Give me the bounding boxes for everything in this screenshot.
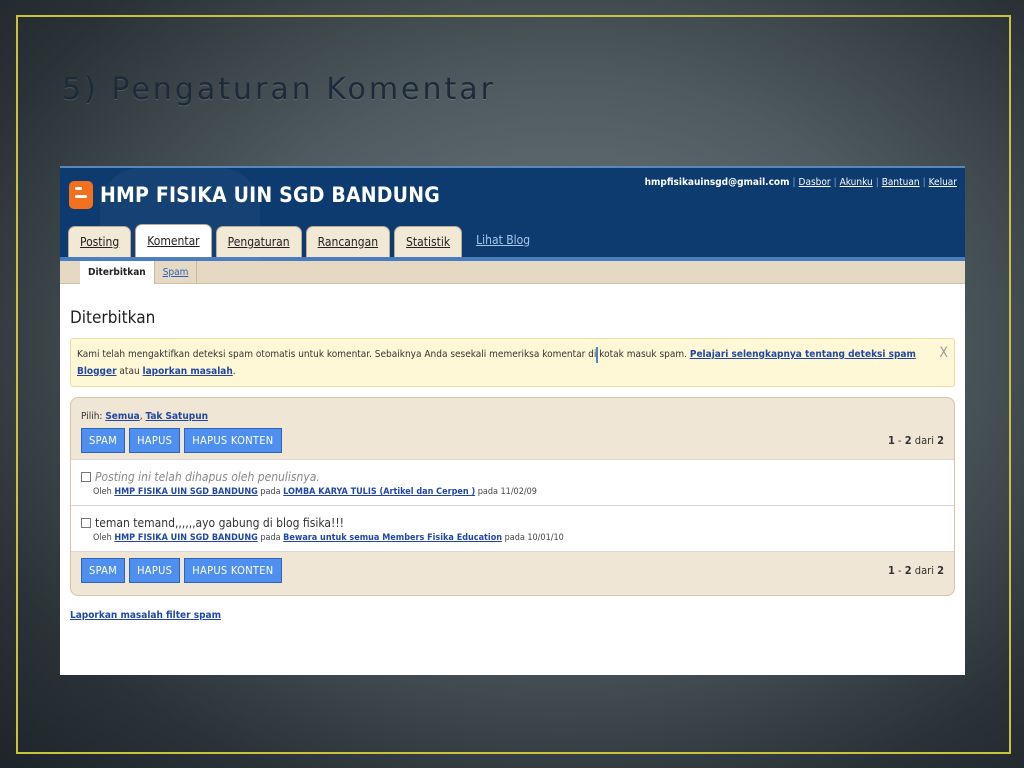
report-problem-link[interactable]: laporkan masalah [143,366,233,377]
blogger-logo-icon[interactable] [69,181,93,209]
comment-meta: Oleh HMP FISIKA UIN SGD BANDUNG pada Bew… [93,533,944,543]
sub-tabs: Diterbitkan Spam [60,261,965,284]
comment-line: Posting ini telah dihapus oleh penulisny… [81,470,944,484]
separator: | [922,177,926,188]
action-buttons: SPAM HAPUS HAPUS KONTEN [81,428,286,453]
comment-date: pada 11/02/09 [477,487,537,497]
top-actions: SPAM HAPUS HAPUS KONTEN 1 - 2 dari 2 [71,428,954,459]
tab-komentar[interactable]: Komentar [135,224,212,257]
main-tabs: Posting Komentar Pengaturan Rancangan St… [68,224,540,257]
comment-text: teman temand,,,,,,ayo gabung di blog fis… [95,516,344,530]
link-keluar[interactable]: Keluar [929,177,957,188]
separator: | [833,177,837,188]
tab-pengaturan[interactable]: Pengaturan [215,226,302,257]
blog-title: HMP FISIKA UIN SGD BANDUNG [100,183,440,207]
range-dash: - [894,564,905,577]
page-heading: Diterbitkan [70,308,156,328]
comments-panel: Pilih: Semua, Tak Satupun SPAM HAPUS HAP… [70,397,955,596]
tab-posting[interactable]: Posting [68,226,132,257]
comment-date: pada 10/01/10 [504,533,564,543]
bottom-actions: SPAM HAPUS HAPUS KONTEN 1 - 2 dari 2 [71,551,954,589]
by-label: Oleh [93,533,112,543]
list-item: teman temand,,,,,,ayo gabung di blog fis… [71,505,954,551]
range-total: 2 [937,564,944,577]
range-dash: - [894,434,905,447]
select-comma: , [139,411,143,422]
range-of: dari [911,564,938,577]
link-akunku[interactable]: Akunku [840,177,873,188]
action-buttons: SPAM HAPUS HAPUS KONTEN [81,558,286,583]
comment-post-link[interactable]: LOMBA KARYA TULIS (Artikel dan Cerpen ) [283,487,475,497]
spam-notice: Kami telah mengaktifkan deteksi spam oto… [70,338,955,387]
comment-meta: Oleh HMP FISIKA UIN SGD BANDUNG pada LOM… [93,487,944,497]
comment-text: Posting ini telah dihapus oleh penulisny… [95,470,320,484]
tab-statistik[interactable]: Statistik [394,226,463,257]
comment-checkbox[interactable] [81,518,91,528]
delete-button[interactable]: HAPUS [129,558,181,583]
delete-content-button[interactable]: HAPUS KONTEN [184,428,282,453]
user-email: hmpfisikauinsgd@gmail.com [644,177,790,188]
spam-button[interactable]: SPAM [81,428,126,453]
range-start: 1 [888,434,895,447]
close-icon[interactable]: X [939,345,948,362]
pagination-count: 1 - 2 dari 2 [888,434,944,447]
comment-checkbox[interactable] [81,472,91,482]
tab-rancangan[interactable]: Rancangan [305,226,391,257]
delete-content-button[interactable]: HAPUS KONTEN [184,558,282,583]
select-none-link[interactable]: Tak Satupun [145,411,208,422]
slide-title: 5) Pengaturan Komentar [62,72,496,107]
separator: | [792,177,796,188]
link-bantuan[interactable]: Bantuan [882,177,920,188]
select-all-link[interactable]: Semua [105,411,139,422]
on-label: pada [260,533,281,543]
comment-author-link[interactable]: HMP FISIKA UIN SGD BANDUNG [114,487,257,497]
spam-button[interactable]: SPAM [81,558,126,583]
link-dasbor[interactable]: Dasbor [799,177,831,188]
list-item: Posting ini telah dihapus oleh penulisny… [71,459,954,505]
report-spam-filter-link[interactable]: Laporkan masalah filter spam [70,610,955,621]
blogger-header: HMP FISIKA UIN SGD BANDUNG hmpfisikauins… [60,166,965,257]
by-label: Oleh [93,487,112,497]
blogger-screenshot: HMP FISIKA UIN SGD BANDUNG hmpfisikauins… [60,166,965,675]
comment-line: teman temand,,,,,,ayo gabung di blog fis… [81,516,944,530]
pagination-count: 1 - 2 dari 2 [888,564,944,577]
separator: | [875,177,879,188]
notice-period: . [232,366,236,377]
notice-conjunction: atau [119,366,140,377]
range-start: 1 [888,564,895,577]
comment-author-link[interactable]: HMP FISIKA UIN SGD BANDUNG [114,533,257,543]
range-end: 2 [904,434,912,447]
range-of: dari [911,434,938,447]
main-content: Diterbitkan Kami telah mengaktifkan dete… [60,308,965,621]
view-blog-link[interactable]: Lihat Blog [466,233,540,257]
subtab-diterbitkan[interactable]: Diterbitkan [80,261,155,284]
subtab-spam[interactable]: Spam [155,261,198,284]
text-cursor-icon [596,347,598,363]
range-end: 2 [904,564,912,577]
on-label: pada [260,487,281,497]
select-row: Pilih: Semua, Tak Satupun [71,404,954,428]
user-bar: hmpfisikauinsgd@gmail.com | Dasbor | Akunku |… [645,177,957,188]
delete-button[interactable]: HAPUS [129,428,181,453]
comment-post-link[interactable]: Bewara untuk semua Members Fisika Educat… [283,533,502,543]
range-total: 2 [937,434,944,447]
select-label: Pilih: [81,411,103,422]
